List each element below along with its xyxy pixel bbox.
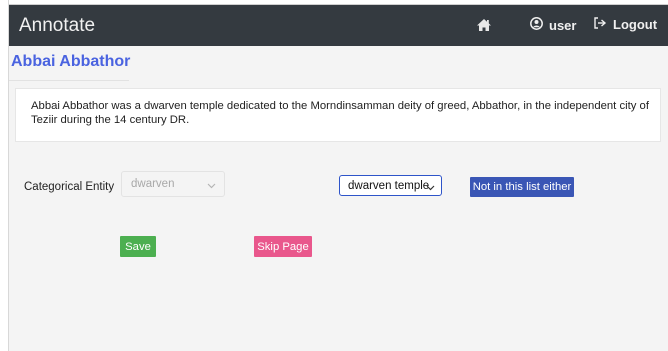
entity-type-select-value: dwarven temple — [348, 179, 430, 192]
home-icon[interactable] — [476, 18, 492, 32]
brand-title[interactable]: Annotate — [19, 15, 95, 37]
user-menu[interactable]: user — [530, 17, 576, 33]
categorical-entity-label: Categorical Entity — [24, 181, 115, 193]
description-text: Abbai Abbathor was a dwarven temple dedi… — [31, 100, 649, 126]
entity-select-disabled: dwarven — [121, 171, 225, 197]
window-left-edge — [0, 0, 9, 351]
entity-type-select[interactable]: dwarven temple — [339, 175, 442, 196]
user-label: user — [549, 17, 577, 33]
page-title: Abbai Abbathor — [11, 53, 131, 70]
logout-label: Logout — [613, 17, 658, 32]
user-circle-icon — [530, 17, 543, 33]
save-button[interactable]: Save — [120, 236, 156, 257]
logout-link[interactable]: Logout — [593, 17, 657, 32]
annotate-app: Annotate user Logout Abbai Abbathor Abba… — [9, 5, 668, 351]
entity-select-disabled-value: dwarven — [131, 178, 175, 190]
navbar: Annotate user Logout — [9, 5, 668, 46]
sign-out-icon — [593, 17, 607, 32]
skip-page-button[interactable]: Skip Page — [254, 236, 312, 257]
not-in-list-button[interactable]: Not in this list either — [470, 177, 574, 197]
chevron-down-icon — [207, 180, 216, 192]
chevron-down-icon — [426, 182, 435, 194]
title-divider — [9, 80, 129, 81]
